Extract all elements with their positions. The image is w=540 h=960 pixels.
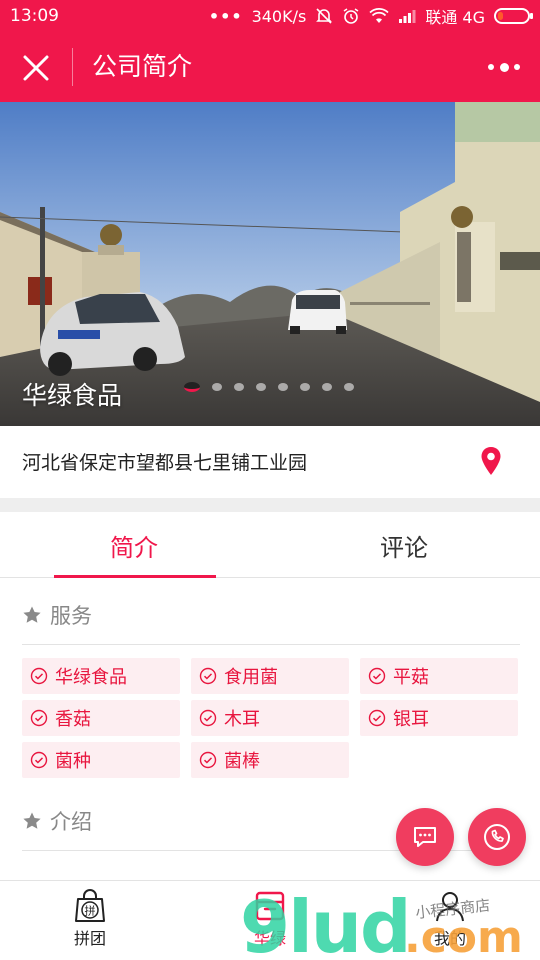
service-tag[interactable]: 木耳 bbox=[191, 700, 349, 736]
title-divider bbox=[72, 48, 73, 86]
svg-text:拼: 拼 bbox=[85, 904, 96, 918]
tab-intro[interactable]: 简介 bbox=[110, 528, 158, 563]
chat-icon bbox=[414, 827, 436, 847]
service-tag[interactable]: 香菇 bbox=[22, 700, 180, 736]
carousel-dot[interactable] bbox=[344, 383, 354, 391]
nav-group-buy[interactable]: 拼 拼团 bbox=[50, 889, 130, 949]
phone-icon bbox=[484, 824, 510, 850]
service-tag[interactable]: 华绿食品 bbox=[22, 658, 180, 694]
hero-carousel[interactable]: 华绿食品 bbox=[0, 102, 540, 426]
more-dot bbox=[514, 64, 520, 70]
check-circle-icon bbox=[368, 667, 386, 685]
carousel-dot[interactable] bbox=[278, 383, 288, 391]
tab-bar: 简介 评论 bbox=[0, 512, 540, 578]
carrier-label: 联通 4G bbox=[425, 8, 485, 27]
service-tag-label: 食用菌 bbox=[224, 667, 278, 688]
shop-icon bbox=[255, 891, 285, 921]
introduction-heading: 介绍 bbox=[22, 806, 92, 836]
signal-icon bbox=[399, 10, 416, 23]
service-tag[interactable]: 食用菌 bbox=[191, 658, 349, 694]
service-tag-label: 平菇 bbox=[393, 667, 429, 688]
close-icon[interactable] bbox=[20, 52, 52, 84]
divider bbox=[22, 644, 520, 645]
nav-group-buy-label: 拼团 bbox=[73, 929, 106, 948]
service-tag-label: 华绿食品 bbox=[55, 667, 127, 688]
section-gap bbox=[0, 498, 540, 512]
service-tag-label: 银耳 bbox=[393, 709, 429, 730]
status-bar: 13:09 ••• 340K/s 联通 4G bbox=[0, 0, 540, 32]
hero-company-name: 华绿食品 bbox=[22, 381, 123, 410]
check-circle-icon bbox=[368, 709, 386, 727]
carousel-dot[interactable] bbox=[234, 383, 244, 391]
group-buy-bag-icon: 拼 bbox=[75, 889, 105, 922]
carousel-dot-active[interactable] bbox=[184, 382, 200, 392]
address-row[interactable]: 河北省保定市望都县七里铺工业园 bbox=[0, 426, 540, 498]
check-circle-icon bbox=[199, 667, 217, 685]
services-title: 服务 bbox=[50, 604, 92, 628]
carousel-dot[interactable] bbox=[300, 383, 310, 391]
service-tag-label: 菌棒 bbox=[224, 751, 260, 772]
status-time: 13:09 bbox=[10, 6, 59, 26]
check-circle-icon bbox=[199, 709, 217, 727]
star-icon bbox=[23, 606, 41, 623]
carousel-dot[interactable] bbox=[212, 383, 222, 391]
wifi-icon bbox=[369, 8, 389, 23]
more-dot-center bbox=[499, 62, 509, 72]
chat-button[interactable] bbox=[396, 808, 454, 866]
nav-shop[interactable]: 华绿 bbox=[230, 889, 310, 949]
user-icon bbox=[436, 892, 464, 922]
service-tag-label: 木耳 bbox=[224, 709, 260, 730]
more-dots-icon: ••• bbox=[208, 6, 243, 26]
status-icons: ••• 340K/s 联通 4G bbox=[208, 6, 533, 27]
active-tab-indicator bbox=[54, 575, 216, 578]
check-circle-icon bbox=[199, 751, 217, 769]
carousel-dot[interactable] bbox=[256, 383, 266, 391]
check-circle-icon bbox=[30, 709, 48, 727]
battery-icon bbox=[494, 8, 533, 24]
services-heading: 服务 bbox=[22, 600, 92, 630]
phone-button[interactable] bbox=[468, 808, 526, 866]
title-bar: 公司简介 bbox=[0, 32, 540, 102]
carousel-indicator bbox=[184, 382, 354, 392]
tab-reviews[interactable]: 评论 bbox=[380, 528, 428, 563]
service-tag[interactable]: 菌种 bbox=[22, 742, 180, 778]
bottom-nav: 拼 拼团 华绿 我的 bbox=[0, 880, 540, 960]
more-dot bbox=[488, 64, 494, 70]
service-tag[interactable]: 银耳 bbox=[360, 700, 518, 736]
mute-bell-icon bbox=[316, 8, 333, 24]
location-pin-icon[interactable] bbox=[480, 446, 502, 476]
service-tag-label: 菌种 bbox=[55, 751, 91, 772]
nav-shop-label: 华绿 bbox=[253, 929, 286, 948]
more-menu-button[interactable] bbox=[488, 58, 520, 76]
check-circle-icon bbox=[30, 751, 48, 769]
page-title: 公司简介 bbox=[92, 52, 193, 81]
alarm-icon bbox=[343, 8, 359, 24]
service-tag[interactable]: 平菇 bbox=[360, 658, 518, 694]
nav-profile[interactable]: 我的 bbox=[410, 889, 490, 949]
introduction-title: 介绍 bbox=[50, 810, 92, 834]
service-tag-label: 香菇 bbox=[55, 709, 91, 730]
nav-profile-label: 我的 bbox=[433, 929, 466, 948]
check-circle-icon bbox=[30, 667, 48, 685]
star-icon bbox=[23, 812, 41, 829]
service-tag[interactable]: 菌棒 bbox=[191, 742, 349, 778]
address-text: 河北省保定市望都县七里铺工业园 bbox=[22, 452, 308, 474]
network-speed: 340K/s bbox=[251, 6, 307, 26]
carousel-dot[interactable] bbox=[322, 383, 332, 391]
